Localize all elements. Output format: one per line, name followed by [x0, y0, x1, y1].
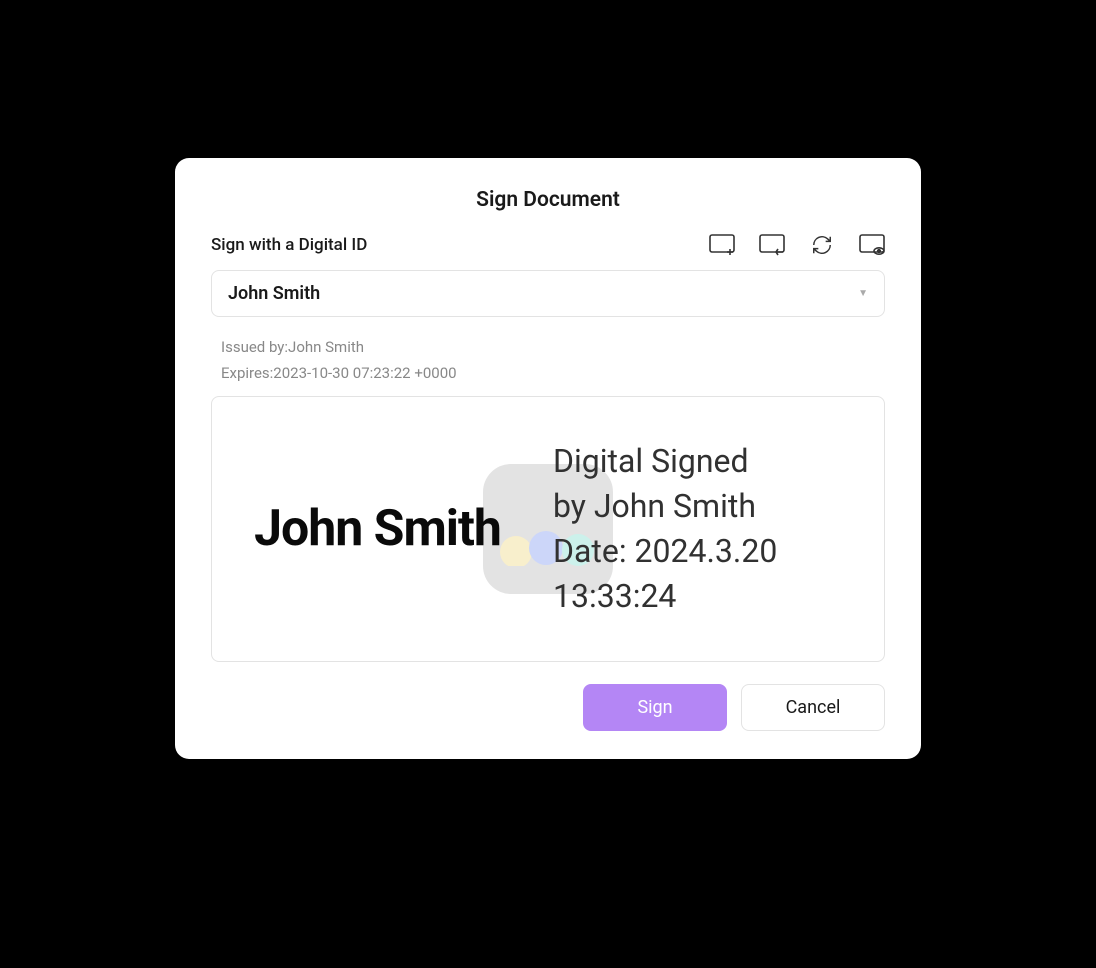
signature-preview: John Smith Digital Signed by John Smith … [211, 396, 885, 662]
refresh-button[interactable] [809, 232, 835, 258]
signature-detail-line: by John Smith [553, 484, 884, 529]
button-row: Sign Cancel [211, 684, 885, 731]
import-box-icon [759, 234, 785, 256]
view-box-icon [859, 234, 885, 256]
digital-id-select[interactable]: John Smith ▼ [211, 270, 885, 317]
issued-by-text: Issued by:John Smith [221, 335, 885, 361]
signature-detail-line: Digital Signed [553, 439, 884, 484]
id-meta: Issued by:John Smith Expires:2023-10-30 … [211, 335, 885, 386]
signature-detail-line: 13:33:24 [553, 574, 884, 619]
icon-group [709, 232, 885, 258]
signature-detail-line: Date: 2024.3.20 [553, 529, 884, 574]
sign-button[interactable]: Sign [583, 684, 727, 731]
toolbar-row: Sign with a Digital ID [211, 232, 885, 258]
create-id-button[interactable] [709, 232, 735, 258]
import-id-button[interactable] [759, 232, 785, 258]
signature-details-area: Digital Signed by John Smith Date: 2024.… [543, 439, 884, 618]
expires-text: Expires:2023-10-30 07:23:22 +0000 [221, 361, 885, 387]
cancel-button[interactable]: Cancel [741, 684, 885, 731]
add-box-icon [709, 234, 735, 256]
sign-document-dialog: Sign Document Sign with a Digital ID [175, 158, 921, 759]
select-value: John Smith [228, 283, 320, 304]
signature-name: John Smith [212, 500, 543, 558]
chevron-down-icon: ▼ [858, 288, 868, 299]
appearance-button[interactable] [859, 232, 885, 258]
dialog-title: Sign Document [211, 188, 885, 212]
signature-name-area: John Smith [212, 500, 543, 558]
refresh-icon [809, 234, 835, 256]
section-label: Sign with a Digital ID [211, 235, 367, 255]
